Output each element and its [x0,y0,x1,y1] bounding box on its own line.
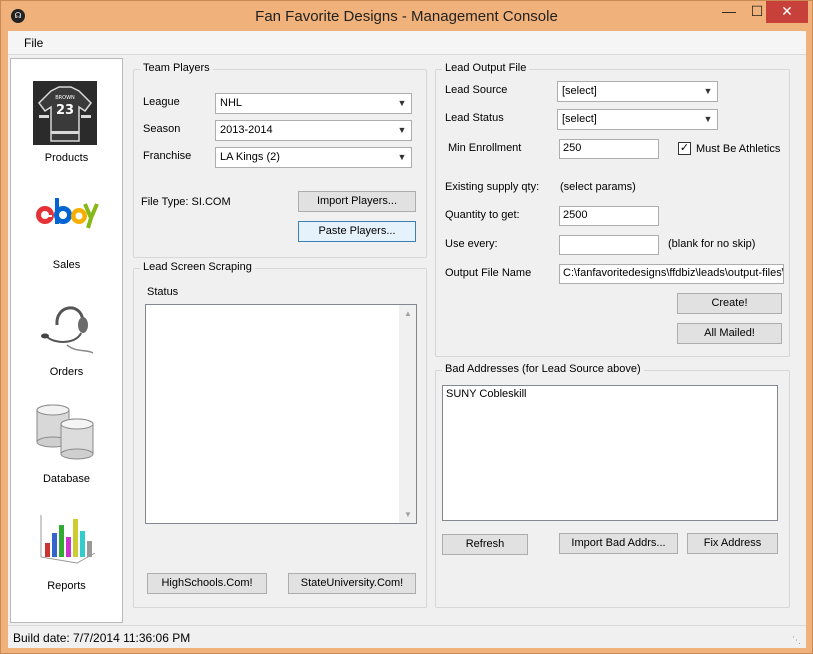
lead-source-label: Lead Source [445,84,508,96]
quantity-input[interactable]: 2500 [559,206,659,226]
title-bar[interactable]: ☊ Fan Favorite Designs - Management Cons… [1,1,812,31]
nav-item-reports[interactable]: Reports [11,501,122,601]
must-be-athletics-label: Must Be Athletics [696,143,781,155]
resize-grip-icon[interactable]: ⋱ [792,634,804,646]
status-scrollbar[interactable]: ▲ ▼ [399,305,416,523]
nav-label-reports: Reports [47,580,86,592]
nav-label-sales: Sales [52,259,81,271]
headset-icon [37,295,97,355]
output-file-label: Output File Name [445,267,532,279]
build-date-text: Build date: 7/7/2014 11:36:06 PM [13,631,191,645]
all-mailed-button[interactable]: All Mailed! [677,323,782,344]
franchise-select[interactable]: LA Kings (2) ▼ [215,147,412,168]
output-file-input[interactable]: C:\fanfavoritedesigns\ffdbiz\leads\outpu… [559,264,784,284]
close-button[interactable]: ✕ [766,1,808,23]
franchise-value: LA Kings (2) [220,151,280,163]
client-area: File BROWN 23 Products Sales Orders Data… [8,31,806,648]
lead-status-value: [select] [562,113,597,125]
import-bad-addrs-button[interactable]: Import Bad Addrs... [559,533,678,554]
nav-item-sales[interactable]: Sales [11,180,122,280]
scroll-down-icon[interactable]: ▼ [400,506,416,523]
bad-addresses-list[interactable]: SUNY Cobleskill [442,385,778,521]
app-headset-icon[interactable]: ☊ [11,9,25,23]
nav-item-database[interactable]: Database [11,394,122,494]
quantity-label: Quantity to get: [445,209,520,221]
lead-status-label: Lead Status [445,112,504,124]
paste-players-button[interactable]: Paste Players... [298,221,416,242]
file-type-label: File Type: SI.COM [141,196,231,208]
nav-label-products: Products [44,152,89,164]
must-be-athletics-checkbox[interactable]: ✓ [678,142,691,155]
menu-bar: File [8,31,806,55]
fix-address-button[interactable]: Fix Address [687,533,778,554]
chevron-down-icon: ▼ [397,98,407,108]
lead-output-group: Lead Output File Lead Source [select] ▼ … [435,62,790,357]
league-select[interactable]: NHL ▼ [215,93,412,114]
ebay-logo-icon [33,190,99,230]
import-players-button[interactable]: Import Players... [298,191,416,212]
league-label: League [143,96,180,108]
team-players-group: Team Players League NHL ▼ Season 2013-20… [133,62,427,258]
min-enrollment-label: Min Enrollment [448,142,522,154]
list-item[interactable]: SUNY Cobleskill [443,386,777,402]
chart-icon [37,507,99,567]
status-bar: Build date: 7/7/2014 11:36:06 PM ⋱ [8,625,806,648]
lead-scraping-group: Lead Screen Scraping Status ▲ ▼ HighScho… [133,261,427,608]
league-value: NHL [220,97,243,109]
nav-sidebar: BROWN 23 Products Sales Orders Database … [10,58,123,623]
nav-item-orders[interactable]: Orders [11,287,122,387]
app-window: ☊ Fan Favorite Designs - Management Cons… [0,0,813,654]
lead-source-value: [select] [562,85,597,97]
use-every-input[interactable] [559,235,659,255]
nav-label-orders: Orders [49,366,84,378]
nav-label-database: Database [42,473,91,485]
lead-output-title: Lead Output File [442,62,530,74]
status-textarea[interactable]: ▲ ▼ [145,304,417,524]
nav-item-products[interactable]: BROWN 23 Products [11,73,122,173]
chevron-down-icon: ▼ [703,86,713,96]
jersey-icon: BROWN 23 [33,81,97,145]
chevron-down-icon: ▼ [397,152,407,162]
create-button[interactable]: Create! [677,293,782,314]
use-every-hint: (blank for no skip) [668,238,756,250]
lead-scraping-title: Lead Screen Scraping [140,261,255,273]
menu-file[interactable]: File [24,36,43,50]
lead-source-select[interactable]: [select] ▼ [557,81,718,102]
bad-addresses-title: Bad Addresses (for Lead Source above) [442,363,644,375]
use-every-label: Use every: [445,238,498,250]
team-players-title: Team Players [140,62,213,74]
highschools-button[interactable]: HighSchools.Com! [147,573,267,594]
status-label: Status [147,286,179,298]
season-label: Season [143,123,181,135]
existing-supply-label: Existing supply qty: [445,181,540,193]
chevron-down-icon: ▼ [703,114,713,124]
minimize-button[interactable]: — [715,1,743,23]
franchise-label: Franchise [143,150,192,162]
window-title: Fan Favorite Designs - Management Consol… [255,8,558,25]
stateuniversity-button[interactable]: StateUniversity.Com! [288,573,416,594]
jersey-number-text: 23 [56,103,74,118]
min-enrollment-input[interactable]: 250 [559,139,659,159]
bad-addresses-group: Bad Addresses (for Lead Source above) SU… [435,363,790,608]
jersey-name-text: BROWN [55,95,75,101]
season-select[interactable]: 2013-2014 ▼ [215,120,412,141]
lead-status-select[interactable]: [select] ▼ [557,109,718,130]
refresh-button[interactable]: Refresh [442,534,528,555]
existing-supply-value: (select params) [560,181,636,193]
scroll-up-icon[interactable]: ▲ [400,305,416,322]
season-value: 2013-2014 [220,124,273,136]
chevron-down-icon: ▼ [397,125,407,135]
database-icon [35,402,97,462]
